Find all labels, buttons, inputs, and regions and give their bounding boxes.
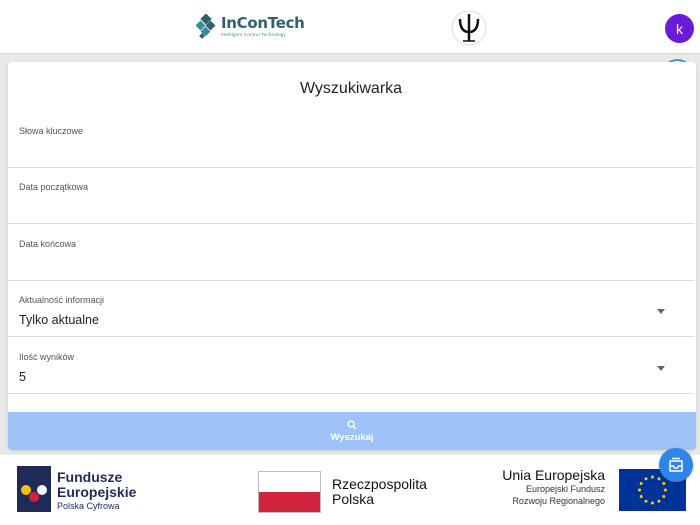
end-date-field[interactable]: Data końcowa bbox=[8, 231, 694, 281]
info-currency-select[interactable]: Aktualność informacji Tylko aktualne bbox=[8, 287, 694, 337]
avatar-initial: k bbox=[676, 20, 683, 37]
incontech-tagline: Intelligent Control Technology bbox=[221, 32, 286, 38]
search-button-label: Wyszukaj bbox=[330, 431, 374, 443]
incontech-mark-icon bbox=[195, 13, 218, 40]
fundusze-europejskie-logo bbox=[15, 464, 53, 514]
search-form-card: Wyszukiwarka Słowa kluczowe Data początk… bbox=[8, 62, 696, 450]
top-header: InConTech Intelligent Control Technology… bbox=[0, 0, 700, 54]
ue-line2: Europejski Fundusz bbox=[525, 484, 605, 495]
inbox-icon bbox=[669, 457, 683, 472]
keywords-field[interactable]: Słowa kluczowe bbox=[8, 118, 694, 168]
incontech-logo[interactable]: InConTech Intelligent Control Technology bbox=[195, 13, 305, 40]
results-count-label: Ilość wyników bbox=[19, 352, 75, 362]
fe-line2: Europejskie bbox=[57, 483, 137, 500]
pl-line2: Polska bbox=[332, 490, 375, 507]
pl-line1: Rzeczpospolita bbox=[332, 476, 427, 492]
dropdown-arrow-icon[interactable] bbox=[657, 366, 665, 371]
end-date-label: Data końcowa bbox=[19, 239, 77, 249]
fe-line1: Fundusze bbox=[57, 469, 123, 485]
search-button[interactable]: Wyszukaj bbox=[8, 412, 696, 450]
user-avatar[interactable]: k bbox=[665, 14, 694, 43]
dropdown-arrow-icon[interactable] bbox=[657, 309, 665, 314]
keywords-label: Słowa kluczowe bbox=[19, 126, 84, 136]
search-icon bbox=[347, 419, 357, 429]
start-date-field[interactable]: Data początkowa bbox=[8, 174, 694, 224]
ue-line3: Rozwoju Regionalnego bbox=[512, 496, 605, 507]
start-date-label: Data początkowa bbox=[19, 182, 89, 192]
form-title: Wyszukiwarka bbox=[299, 80, 403, 97]
ue-line1: Unia Europejska bbox=[502, 467, 605, 483]
results-count-value: 5 bbox=[19, 370, 26, 384]
results-count-select[interactable]: Ilość wyników 5 bbox=[8, 344, 694, 394]
info-currency-value: Tylko aktualne bbox=[19, 313, 99, 327]
inbox-button[interactable] bbox=[659, 448, 693, 482]
incontech-brand: InConTech bbox=[221, 14, 305, 33]
polish-flag bbox=[258, 471, 321, 513]
psi-logo[interactable] bbox=[449, 8, 489, 48]
info-currency-label: Aktualność informacji bbox=[19, 295, 105, 305]
eu-funding-footer: Fundusze Europejskie Polska Cyfrowa Rzec… bbox=[0, 455, 700, 525]
fe-line3: Polska Cyfrowa bbox=[57, 501, 120, 512]
